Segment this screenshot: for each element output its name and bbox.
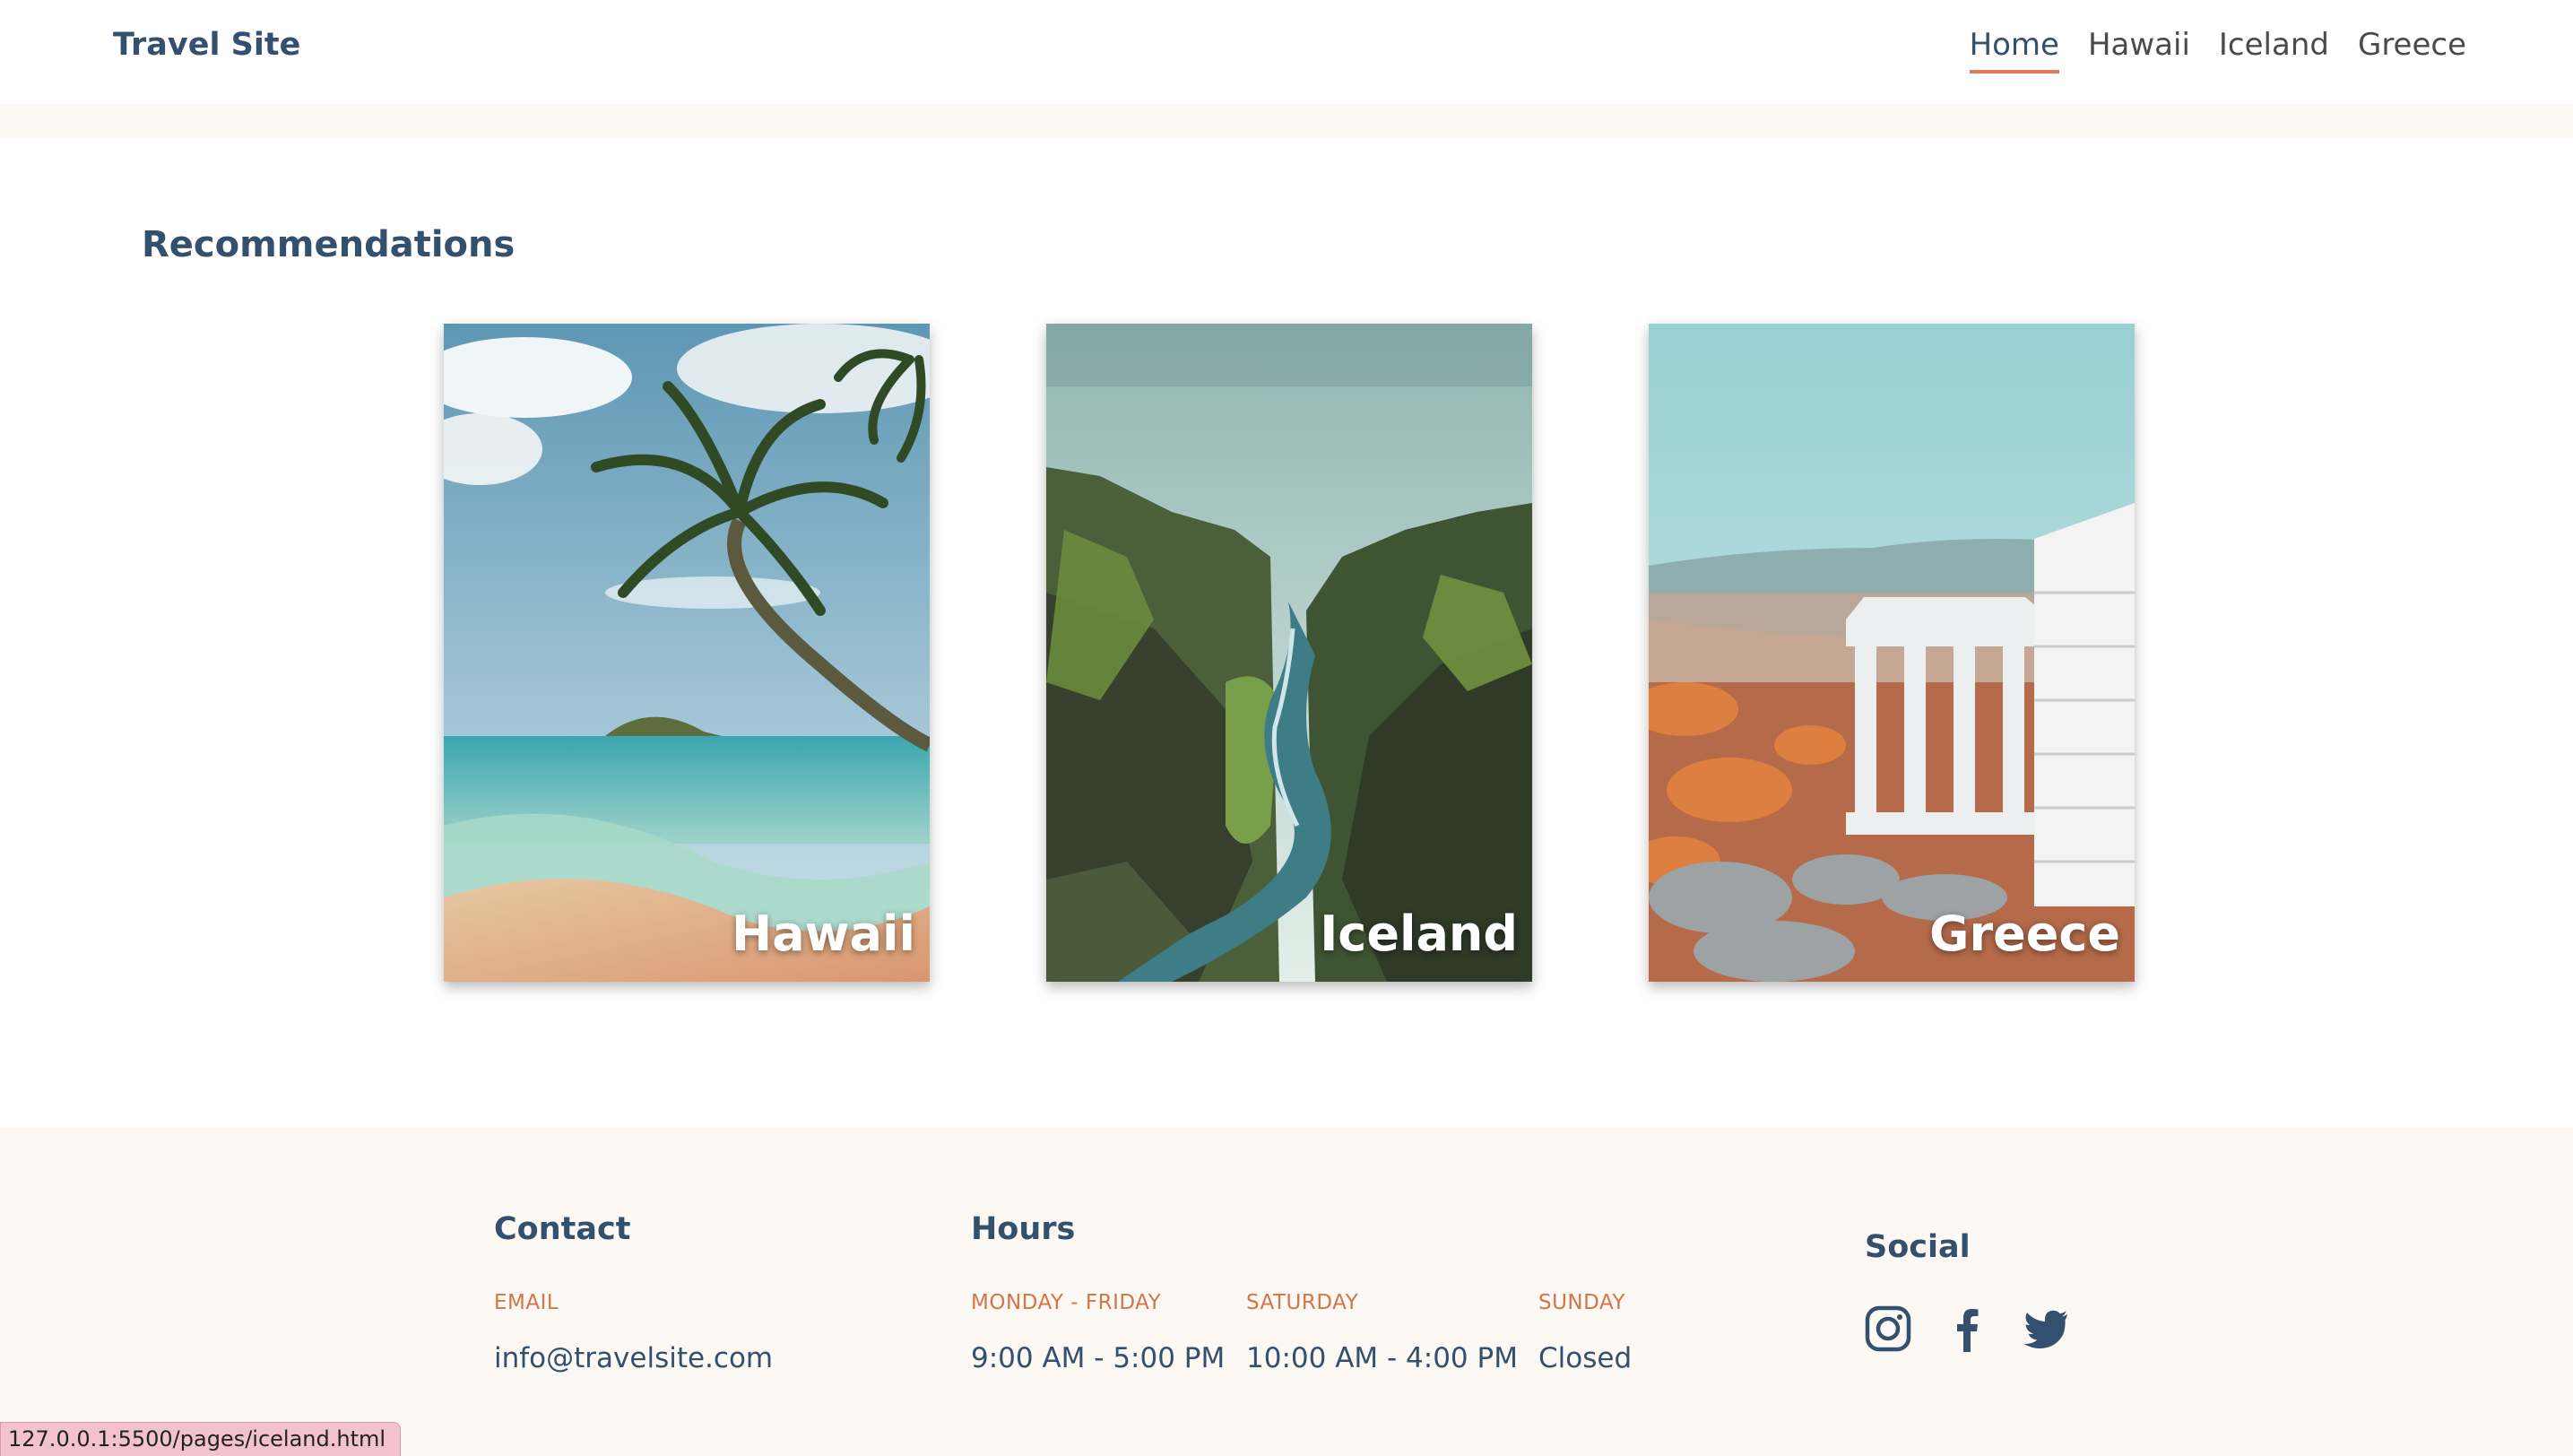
nav-link-iceland[interactable]: Iceland [2219,27,2329,74]
recommendations-title: Recommendations [142,224,515,265]
status-bar-url: 127.0.0.1:5500/pages/iceland.html [0,1422,402,1456]
card-label-greece: Greece [1929,906,2120,962]
hours-value-sunday: Closed [1538,1342,1633,1374]
email-link[interactable]: info@travelsite.com [494,1342,773,1374]
hours-label-weekday: MONDAY - FRIDAY [971,1291,1162,1314]
facebook-icon[interactable] [1944,1305,1990,1352]
nav-link-home[interactable]: Home [1969,27,2059,74]
card-hawaii[interactable]: Hawaii [444,324,930,982]
email-label: EMAIL [494,1291,559,1314]
nav-link-hawaii[interactable]: Hawaii [2088,27,2190,74]
site-header: Travel Site Home Hawaii Iceland Greece [0,0,2573,104]
recommendation-cards: Hawaii Iceland Greece [444,324,2135,982]
instagram-icon[interactable] [1865,1305,1911,1352]
twitter-icon[interactable] [2023,1305,2069,1352]
hours-value-weekday: 9:00 AM - 5:00 PM [971,1342,1226,1374]
card-label-iceland: Iceland [1320,906,1518,962]
hours-label-saturday: SATURDAY [1246,1291,1359,1314]
hours-heading: Hours [971,1211,1076,1247]
beach-palm-photo [444,324,930,982]
contact-heading: Contact [494,1211,631,1247]
site-footer: Contact EMAIL info@travelsite.com Hours … [0,1127,2573,1456]
nav-link-greece[interactable]: Greece [2358,27,2466,74]
header-divider [0,104,2573,138]
hours-value-saturday: 10:00 AM - 4:00 PM [1246,1342,1518,1374]
temple-ruins-photo [1649,324,2135,982]
card-label-hawaii: Hawaii [732,906,915,962]
social-heading: Social [1865,1229,1971,1265]
canyon-river-photo [1046,324,1532,982]
card-iceland[interactable]: Iceland [1046,324,1532,982]
site-logo[interactable]: Travel Site [113,27,300,63]
main-nav: Home Hawaii Iceland Greece [1969,27,2466,74]
card-greece[interactable]: Greece [1649,324,2135,982]
social-links [1865,1305,2069,1352]
hours-label-sunday: SUNDAY [1538,1291,1625,1314]
